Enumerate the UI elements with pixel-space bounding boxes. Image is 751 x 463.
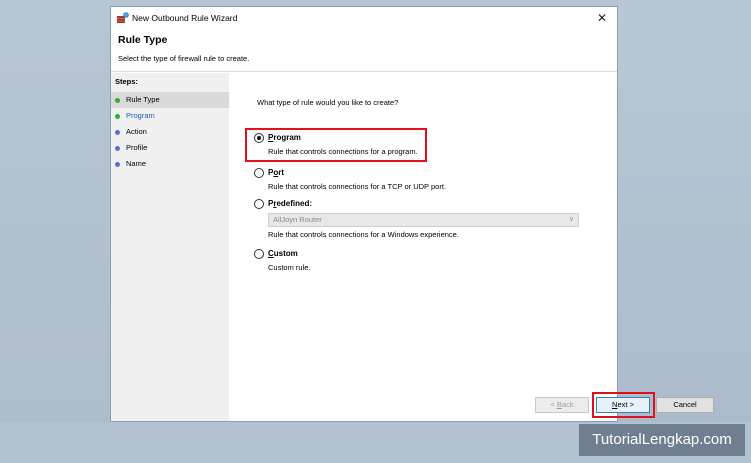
- chevron-down-icon: ∨: [568, 216, 574, 223]
- step-status-icon: [115, 162, 120, 167]
- step-name: Name: [111, 156, 229, 172]
- step-label: Profile: [126, 143, 148, 152]
- watermark: TutorialLengkap.com: [579, 424, 745, 456]
- predefined-label[interactable]: Predefined:: [268, 199, 312, 208]
- title-bar: New Outbound Rule Wizard ✕: [111, 7, 617, 29]
- close-icon: ✕: [596, 11, 608, 25]
- steps-list: Rule Type Program Action Profile Name: [111, 92, 229, 172]
- predefined-dropdown-value: AllJoyn Router: [273, 215, 322, 224]
- page-subtitle: Select the type of firewall rule to crea…: [118, 54, 250, 63]
- steps-panel: Steps: Rule Type Program Action Profile …: [111, 73, 229, 421]
- custom-description: Custom rule.: [268, 263, 311, 272]
- step-status-icon: [115, 130, 120, 135]
- step-label: Name: [126, 159, 147, 168]
- step-profile: Profile: [111, 140, 229, 156]
- close-button[interactable]: ✕: [587, 7, 617, 29]
- firewall-icon: [117, 12, 129, 23]
- port-label[interactable]: Port: [268, 168, 284, 177]
- next-highlight-box: [592, 392, 655, 418]
- window-title: New Outbound Rule Wizard: [132, 13, 238, 23]
- step-status-icon: [115, 114, 120, 119]
- rule-type-question: What type of rule would you like to crea…: [257, 98, 399, 107]
- desktop-background-left: [0, 0, 110, 463]
- predefined-dropdown[interactable]: AllJoyn Router ∨: [268, 213, 579, 227]
- main-content: What type of rule would you like to crea…: [229, 73, 714, 421]
- predefined-radio[interactable]: [254, 199, 264, 209]
- program-highlight-box: [245, 128, 427, 162]
- step-program[interactable]: Program: [111, 108, 229, 124]
- step-label: Action: [126, 127, 147, 136]
- step-label: Rule Type: [126, 95, 160, 104]
- steps-heading: Steps:: [115, 77, 138, 86]
- wizard-dialog: New Outbound Rule Wizard ✕ Rule Type Sel…: [110, 6, 714, 422]
- step-action: Action: [111, 124, 229, 140]
- step-rule-type[interactable]: Rule Type: [111, 92, 229, 108]
- port-radio[interactable]: [254, 168, 264, 178]
- back-button[interactable]: < Back: [535, 397, 589, 413]
- custom-label[interactable]: Custom: [268, 249, 298, 258]
- page-title: Rule Type: [118, 34, 168, 46]
- predefined-description: Rule that controls connections for a Win…: [268, 230, 459, 239]
- custom-radio[interactable]: [254, 249, 264, 259]
- step-status-icon: [115, 146, 120, 151]
- step-label: Program: [126, 111, 155, 120]
- cancel-button[interactable]: Cancel: [656, 397, 714, 413]
- port-description: Rule that controls connections for a TCP…: [268, 182, 447, 191]
- page-header: Rule Type Select the type of firewall ru…: [111, 29, 617, 72]
- step-status-icon: [115, 98, 120, 103]
